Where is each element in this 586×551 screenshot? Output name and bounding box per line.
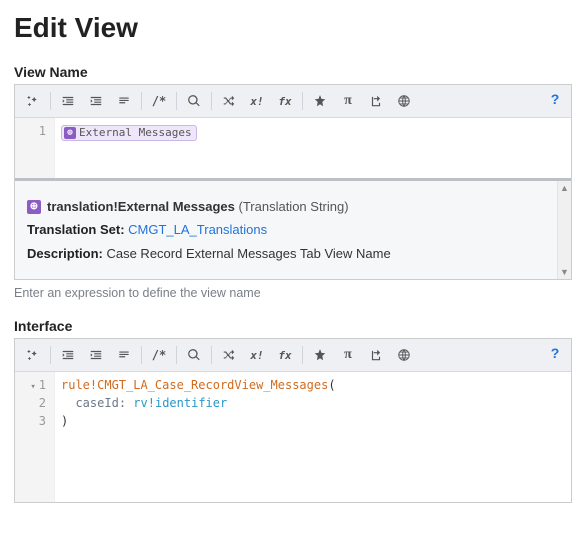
view-name-code-area[interactable]: 1 ⊕External Messages bbox=[15, 118, 571, 178]
info-title: ⊕ translation!External Messages (Transla… bbox=[27, 197, 349, 217]
translation-glyph-icon: ⊕ bbox=[64, 127, 76, 139]
help-icon[interactable]: ? bbox=[545, 343, 565, 363]
editor-toolbar: /* x! fx π ? bbox=[15, 339, 571, 372]
info-title-prefix: translation! bbox=[47, 199, 118, 214]
translation-token[interactable]: ⊕External Messages bbox=[61, 125, 197, 141]
sparkle-icon[interactable] bbox=[21, 343, 45, 367]
help-icon[interactable]: ? bbox=[545, 89, 565, 109]
indent-icon[interactable] bbox=[84, 89, 108, 113]
shuffle-icon[interactable] bbox=[217, 89, 241, 113]
code-content[interactable]: rule!CMGT_LA_Case_RecordView_Messages( c… bbox=[55, 372, 571, 502]
info-scrollbar[interactable]: ▲ ▼ bbox=[557, 181, 571, 279]
line-number: 1 bbox=[19, 376, 46, 394]
code-content[interactable]: ⊕External Messages bbox=[55, 118, 571, 178]
info-title-type: (Translation String) bbox=[239, 199, 349, 214]
fx-icon[interactable]: fx bbox=[273, 89, 297, 113]
outdent-icon[interactable] bbox=[56, 343, 80, 367]
page-title: Edit View bbox=[14, 12, 572, 44]
sparkle-icon[interactable] bbox=[21, 89, 45, 113]
translation-set-link[interactable]: CMGT_LA_Translations bbox=[128, 222, 267, 237]
translation-glyph-icon: ⊕ bbox=[27, 200, 41, 214]
interface-label: Interface bbox=[14, 318, 572, 334]
info-title-name: External Messages bbox=[118, 199, 235, 214]
globe-icon[interactable] bbox=[392, 343, 416, 367]
interface-code-area[interactable]: 1 2 3 rule!CMGT_LA_Case_RecordView_Messa… bbox=[15, 372, 571, 502]
format-icon[interactable] bbox=[112, 343, 136, 367]
search-icon[interactable] bbox=[182, 343, 206, 367]
scroll-up-icon[interactable]: ▲ bbox=[558, 181, 571, 195]
code-param-key: caseId bbox=[75, 396, 118, 410]
line-number: 1 bbox=[19, 122, 46, 140]
line-gutter: 1 2 3 bbox=[15, 372, 55, 502]
translation-token-label: External Messages bbox=[79, 126, 192, 140]
export-icon[interactable] bbox=[364, 89, 388, 113]
view-name-hint: Enter an expression to define the view n… bbox=[14, 286, 572, 300]
line-number: 3 bbox=[19, 412, 46, 430]
code-rule-call: rule!CMGT_LA_Case_RecordView_Messages bbox=[61, 378, 328, 392]
export-icon[interactable] bbox=[364, 343, 388, 367]
shuffle-icon[interactable] bbox=[217, 343, 241, 367]
comment-icon[interactable]: /* bbox=[147, 343, 171, 367]
view-name-editor: /* x! fx π ? 1 ⊕External Messages ▲ ▼ ⊕ … bbox=[14, 84, 572, 280]
indent-icon[interactable] bbox=[84, 343, 108, 367]
description-label: Description bbox=[27, 246, 99, 261]
line-gutter: 1 bbox=[15, 118, 55, 178]
overwrite-icon[interactable]: x! bbox=[245, 343, 269, 367]
interface-editor: /* x! fx π ? 1 2 3 rule!CMGT_LA_Case_Rec… bbox=[14, 338, 572, 503]
search-icon[interactable] bbox=[182, 89, 206, 113]
line-number: 2 bbox=[19, 394, 46, 412]
translation-set-label: Translation Set bbox=[27, 222, 120, 237]
comment-icon[interactable]: /* bbox=[147, 89, 171, 113]
scroll-down-icon[interactable]: ▼ bbox=[558, 265, 571, 279]
info-panel: ▲ ▼ ⊕ translation!External Messages (Tra… bbox=[15, 178, 571, 279]
view-name-label: View Name bbox=[14, 64, 572, 80]
format-icon[interactable] bbox=[112, 89, 136, 113]
fx-icon[interactable]: fx bbox=[273, 343, 297, 367]
pi-icon[interactable]: π bbox=[336, 343, 360, 367]
code-rv: rv!identifier bbox=[133, 396, 227, 410]
overwrite-icon[interactable]: x! bbox=[245, 89, 269, 113]
star-icon[interactable] bbox=[308, 89, 332, 113]
description-value: Case Record External Messages Tab View N… bbox=[106, 246, 390, 261]
globe-icon[interactable] bbox=[392, 89, 416, 113]
outdent-icon[interactable] bbox=[56, 89, 80, 113]
editor-toolbar: /* x! fx π ? bbox=[15, 85, 571, 118]
star-icon[interactable] bbox=[308, 343, 332, 367]
pi-icon[interactable]: π bbox=[336, 89, 360, 113]
